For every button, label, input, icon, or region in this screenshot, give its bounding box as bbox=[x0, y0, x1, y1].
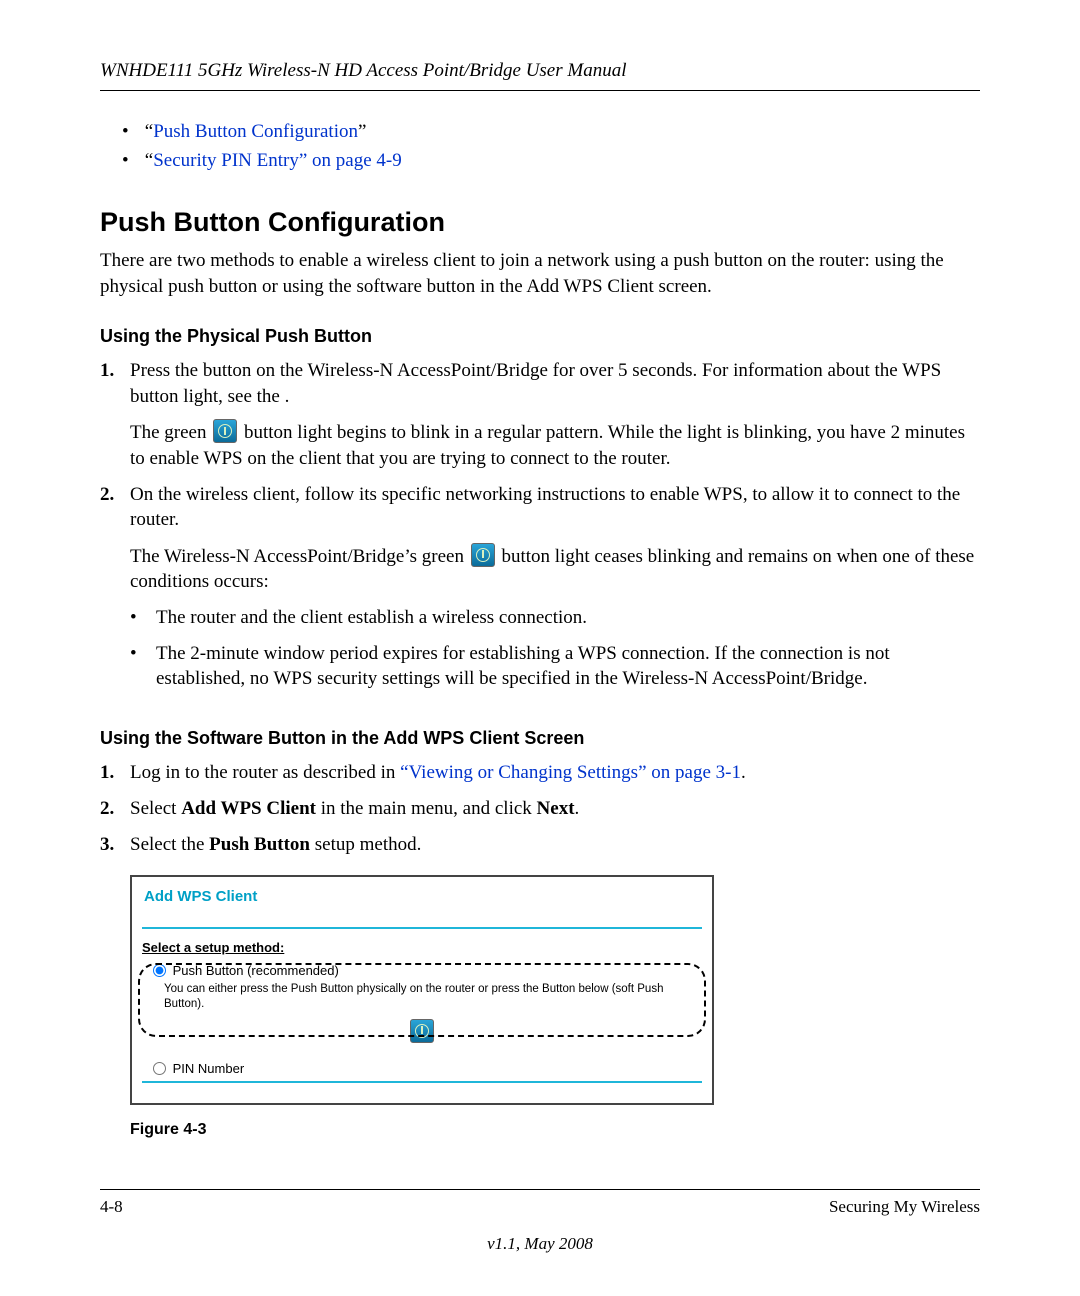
text: button light begins to blink in a regula… bbox=[130, 422, 965, 469]
list-item: • The 2-minute window period expires for… bbox=[130, 641, 980, 692]
radio-pin-number[interactable]: PIN Number bbox=[148, 1059, 702, 1078]
toc-item: • “Push Button Configuration” bbox=[122, 119, 980, 145]
step-number: 2. bbox=[100, 482, 130, 702]
step-number: 1. bbox=[100, 760, 130, 786]
bullet-icon: • bbox=[130, 605, 156, 631]
setup-method-label: Select a setup method: bbox=[142, 939, 702, 957]
step-2: 2. On the wireless client, follow its sp… bbox=[100, 482, 980, 702]
text: . bbox=[741, 762, 746, 783]
option-description: You can either press the Push Button phy… bbox=[164, 982, 702, 1013]
toc-link-security-pin[interactable]: Security PIN Entry” on page 4-9 bbox=[153, 150, 402, 171]
text: The green bbox=[130, 422, 211, 443]
step-2: 2. Select Add WPS Client in the main men… bbox=[100, 796, 980, 822]
text: The 2-minute window period expires for e… bbox=[156, 641, 980, 692]
quote-open: “ bbox=[145, 121, 153, 142]
link-viewing-settings[interactable]: “Viewing or Changing Settings” on page 3… bbox=[400, 762, 741, 783]
text: Select the bbox=[130, 834, 209, 855]
quote-close: ” bbox=[358, 121, 366, 142]
step-text: Press the button on the Wireless-N Acces… bbox=[130, 360, 941, 407]
page-footer: 4-8 Securing My Wireless v1.1, May 2008 bbox=[100, 1189, 980, 1256]
running-header: WNHDE111 5GHz Wireless-N HD Access Point… bbox=[100, 58, 980, 84]
text: setup method. bbox=[310, 834, 421, 855]
text: Select bbox=[130, 798, 181, 819]
step-number: 2. bbox=[100, 796, 130, 822]
quote-open: “ bbox=[145, 150, 153, 171]
panel-divider bbox=[142, 1081, 702, 1083]
bullet-icon: • bbox=[122, 119, 140, 145]
footer-rule bbox=[100, 1189, 980, 1190]
radio-input[interactable] bbox=[153, 1062, 166, 1075]
panel-divider bbox=[142, 927, 702, 929]
toc-list: • “Push Button Configuration” • “Securit… bbox=[100, 119, 980, 174]
text: in the main menu, and click bbox=[316, 798, 537, 819]
text: The router and the client establish a wi… bbox=[156, 605, 587, 631]
wps-button-icon bbox=[471, 543, 495, 567]
section-heading: Push Button Configuration bbox=[100, 204, 980, 240]
step-1: 1. Log in to the router as described in … bbox=[100, 760, 980, 786]
bullet-icon: • bbox=[130, 641, 156, 692]
bold: Next bbox=[537, 798, 575, 819]
radio-label: PIN Number bbox=[173, 1061, 245, 1076]
subheading-software: Using the Software Button in the Add WPS… bbox=[100, 726, 980, 750]
step-number: 1. bbox=[100, 358, 130, 472]
bullet-icon: • bbox=[122, 148, 140, 174]
header-rule bbox=[100, 90, 980, 91]
page: WNHDE111 5GHz Wireless-N HD Access Point… bbox=[0, 0, 1080, 1296]
toc-link-push-button[interactable]: Push Button Configuration bbox=[153, 121, 358, 142]
bold: Add WPS Client bbox=[181, 798, 316, 819]
soft-push-button-icon[interactable] bbox=[410, 1019, 434, 1043]
subheading-physical: Using the Physical Push Button bbox=[100, 324, 980, 348]
figure-caption: Figure 4-3 bbox=[130, 1119, 980, 1141]
step-1: 1. Press the button on the Wireless-N Ac… bbox=[100, 358, 980, 472]
section-intro: There are two methods to enable a wirele… bbox=[100, 248, 980, 299]
wps-button-icon bbox=[213, 419, 237, 443]
radio-push-button[interactable]: Push Button (recommended) bbox=[148, 961, 702, 980]
bold: Push Button bbox=[209, 834, 310, 855]
footer-section: Securing My Wireless bbox=[829, 1196, 980, 1219]
add-wps-client-panel: Add WPS Client Select a setup method: Pu… bbox=[130, 875, 714, 1105]
text: The Wireless-N AccessPoint/Bridge’s gree… bbox=[130, 546, 469, 567]
footer-version: v1.1, May 2008 bbox=[100, 1233, 980, 1256]
step-text: On the wireless client, follow its speci… bbox=[130, 484, 960, 531]
list-item: • The router and the client establish a … bbox=[130, 605, 980, 631]
text: Log in to the router as described in bbox=[130, 762, 400, 783]
radio-input[interactable] bbox=[153, 964, 166, 977]
panel-title: Add WPS Client bbox=[144, 887, 702, 907]
step-3: 3. Select the Push Button setup method. bbox=[100, 832, 980, 858]
toc-item: • “Security PIN Entry” on page 4-9 bbox=[122, 148, 980, 174]
conditions-list: • The router and the client establish a … bbox=[130, 605, 980, 692]
radio-label: Push Button (recommended) bbox=[173, 963, 339, 978]
page-number: 4-8 bbox=[100, 1196, 123, 1219]
step-number: 3. bbox=[100, 832, 130, 858]
text: . bbox=[575, 798, 580, 819]
